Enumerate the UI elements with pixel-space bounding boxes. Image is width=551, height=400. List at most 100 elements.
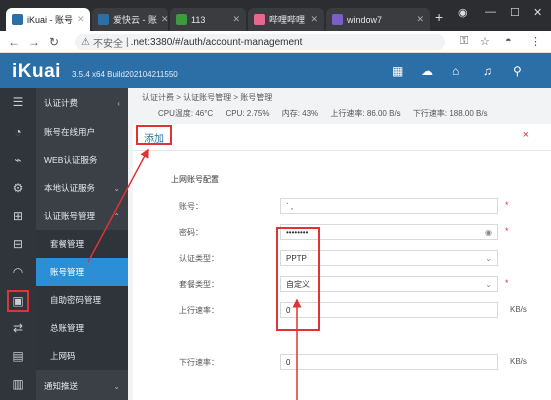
tab-close-icon[interactable]: ✕ — [310, 14, 318, 25]
upload-stat: 上行速率: 86.00 B/s — [330, 109, 401, 118]
transfer-icon[interactable]: ⇄ — [10, 320, 26, 336]
package-label: 套餐类型： — [179, 280, 219, 289]
document-icon[interactable]: ▤ — [10, 348, 26, 364]
menu-icon[interactable]: ☰ — [10, 94, 26, 110]
account-icon[interactable]: ◓ — [505, 35, 512, 47]
close-window-icon[interactable]: ✕ — [533, 6, 542, 19]
cpu-stat: CPU: 2.75% — [225, 109, 270, 118]
sidebar-item-label: 认证账号管理 — [44, 211, 96, 221]
ikuai-favicon-icon — [98, 14, 109, 25]
download-rate-input[interactable]: 0 — [280, 354, 498, 370]
tab-close-icon[interactable]: ✕ — [161, 14, 168, 25]
sidebar-icon-column: ☰ ◔ ⌁ ⚙ ⊞ ⊟ ◠ ▣ ⇄ ▤ ▥ — [0, 88, 36, 400]
back-icon[interactable]: ← — [6, 35, 22, 49]
bell-icon[interactable]: ♫ — [483, 64, 492, 78]
browser-tab-113[interactable]: 113 ✕ — [170, 8, 246, 31]
main-content: 认证计费 > 认证账号管理 > 账号管理 CPU温度: 46°C CPU: 2.… — [128, 88, 551, 400]
warning-icon: ⚠ — [81, 36, 90, 48]
chevron-down-icon: ⌄ — [113, 381, 120, 391]
ikuai-logo: iKuai — [12, 61, 61, 82]
sidebar-item-packages[interactable]: 套餐管理 — [36, 230, 128, 258]
insecure-label: 不安全 — [92, 38, 123, 50]
section-title: 上网账号配置 — [171, 175, 219, 184]
chevron-down-icon: ⌄ — [485, 253, 492, 263]
user-icon[interactable]: ⚲ — [513, 64, 522, 78]
tab-label: 爱快云 - 账 — [113, 15, 157, 25]
browser-tab-window7[interactable]: window7 ✕ — [326, 8, 430, 31]
chevron-down-icon: ⌄ — [485, 279, 492, 289]
sidebar-item-label: 自助密码管理 — [50, 295, 102, 305]
required-mark: * — [505, 226, 509, 236]
chevron-down-icon: ⌄ — [113, 183, 120, 193]
app-header: iKuai 3.5.4 x64 Build202104211550 ▦ ☁ ⌂ … — [0, 53, 551, 88]
sidebar-item-web-auth[interactable]: WEB认证服务 — [36, 146, 128, 174]
tab-close-icon[interactable]: ✕ — [77, 14, 85, 25]
new-tab-icon[interactable]: + — [435, 9, 443, 25]
gauge-icon[interactable]: ◔ — [10, 124, 26, 140]
download-rate-unit: KB/s — [510, 357, 527, 366]
monitor-icon[interactable]: ⌁ — [10, 152, 26, 168]
sidebar-item-label: 通知推送 — [44, 381, 79, 391]
collapse-icon: ‹ — [117, 98, 120, 108]
forward-icon[interactable]: → — [26, 35, 42, 49]
url-path: .net:3380/#/auth/account-management — [130, 36, 303, 48]
url-host: | — [125, 36, 129, 48]
maximize-icon[interactable]: ☐ — [510, 6, 520, 19]
tab-close-icon[interactable]: ✕ — [416, 14, 424, 25]
sidebar-item-label: WEB认证服务 — [44, 155, 98, 165]
breadcrumb: 认证计费 > 认证账号管理 > 账号管理 — [142, 93, 273, 102]
browser-tab-cloud[interactable]: 爱快云 - 账 ✕ — [92, 8, 168, 31]
cpu-temp-stat: CPU温度: 46°C — [158, 109, 214, 118]
url-field[interactable]: ⚠ 不安全 | .net:3380/#/auth/account-managem… — [75, 34, 445, 50]
eye-icon[interactable]: ◉ — [485, 228, 492, 237]
tab-label: iKuai - 账号 — [27, 15, 74, 25]
sidebar-item-label: 上网码 — [50, 351, 76, 361]
sidebar-item-online-users[interactable]: 账号在线用户 — [36, 118, 128, 146]
close-icon[interactable]: × — [523, 129, 529, 141]
auth-card-icon[interactable]: ▣ — [7, 290, 29, 312]
account-input[interactable]: ` , — [280, 198, 498, 214]
sidebar-item-master-accounts[interactable]: 总账管理 — [36, 314, 128, 342]
sidebar-item-auth-accounts[interactable]: 认证账号管理 ⌃ — [36, 202, 128, 230]
sidebar-item-self-password[interactable]: 自助密码管理 — [36, 286, 128, 314]
required-mark: * — [505, 278, 509, 288]
tab-label: window7 — [347, 14, 383, 25]
tab-label: 113 — [191, 14, 206, 25]
chart-icon[interactable]: ▥ — [10, 376, 26, 392]
download-rate-label: 下行速率： — [179, 358, 219, 367]
more-menu-icon[interactable]: ⋮ — [530, 35, 541, 48]
browser-tab-bilibili[interactable]: 哔哩哔哩 ✕ — [248, 8, 324, 31]
gear-icon[interactable]: ⚙ — [10, 180, 26, 196]
sidebar-item-access-code[interactable]: 上网码 — [36, 342, 128, 370]
sidebar-item-local-auth[interactable]: 本地认证服务 ⌄ — [36, 174, 128, 202]
account-label: 账号： — [179, 202, 203, 211]
wifi-icon[interactable]: ◠ — [10, 264, 26, 280]
sidebar-item-auth-billing[interactable]: 认证计费 ‹ — [36, 88, 128, 118]
download-rate-value: 0 — [286, 357, 291, 367]
password-label: 密码： — [179, 228, 203, 237]
home-icon[interactable]: ⌂ — [452, 64, 459, 78]
flow-icon[interactable]: ⊟ — [10, 236, 26, 252]
sidebar-item-account-management[interactable]: 账号管理 — [36, 258, 128, 286]
reload-icon[interactable]: ↻ — [46, 35, 62, 49]
sidebar-item-label: 账号管理 — [50, 267, 85, 277]
key-icon[interactable]: ⚿ — [460, 35, 468, 48]
cloud-icon[interactable]: ☁ — [421, 64, 433, 78]
highlight-box — [276, 227, 320, 331]
dialog-title: 添加 — [136, 125, 172, 145]
system-stats: CPU温度: 46°C CPU: 2.75% 内存: 43% 上行速率: 86.… — [158, 108, 498, 119]
minimize-icon[interactable]: — — [485, 6, 496, 18]
auth-type-label: 认证类型： — [179, 254, 219, 263]
grid-icon[interactable]: ▦ — [392, 64, 403, 78]
memory-stat: 内存: 43% — [281, 109, 319, 118]
sidebar-item-label: 账号在线用户 — [44, 127, 96, 137]
tab-close-icon[interactable]: ✕ — [232, 14, 240, 25]
network-icon[interactable]: ⊞ — [10, 208, 26, 224]
sidebar-item-label: 套餐管理 — [50, 239, 85, 249]
sidebar-item-notifications[interactable]: 通知推送 ⌄ — [36, 372, 128, 400]
star-icon[interactable]: ☆ — [480, 35, 490, 48]
browser-tab-ikuai[interactable]: iKuai - 账号 ✕ — [6, 8, 90, 31]
profile-menu-icon[interactable]: ◉ — [458, 6, 468, 19]
doc-favicon-icon — [176, 14, 187, 25]
ikuai-favicon-icon — [12, 14, 23, 25]
